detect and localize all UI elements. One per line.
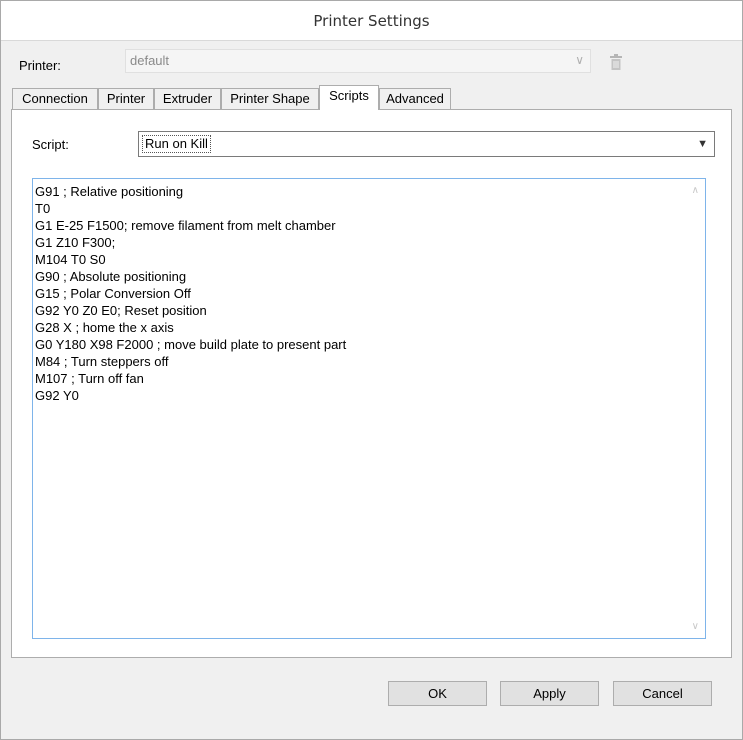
code-line: M84 ; Turn steppers off (35, 354, 169, 369)
code-line: G91 ; Relative positioning (35, 184, 184, 199)
script-label: Script: (32, 137, 69, 152)
printer-label: Printer: (19, 58, 61, 73)
script-select[interactable]: Run on Kill ▼ (138, 131, 715, 157)
printer-settings-window: Printer Settings Printer: default ∨ Conn… (0, 0, 743, 740)
script-code-editor[interactable]: G91 ; Relative positioning T0 G1 E-25 F150… (32, 178, 706, 639)
chevron-down-icon: ▼ (697, 138, 708, 150)
code-line: G28 X ; home the x axis (35, 320, 174, 335)
tab-extruder[interactable]: Extruder (154, 88, 221, 109)
tab-connection[interactable]: Connection (12, 88, 98, 109)
code-line: G92 Y0 Z0 E0; Reset position (35, 303, 207, 318)
window-title: Printer Settings (313, 12, 430, 30)
script-select-value: Run on Kill (142, 135, 211, 153)
code-line: M107 ; Turn off fan (35, 371, 144, 386)
title-bar[interactable]: Printer Settings (1, 1, 742, 41)
tab-printer-shape[interactable]: Printer Shape (221, 88, 319, 109)
cancel-button[interactable]: Cancel (613, 681, 712, 706)
trash-icon[interactable] (609, 54, 623, 70)
code-line: G92 Y0 (35, 388, 79, 403)
code-line: G15 ; Polar Conversion Off (35, 286, 191, 301)
chevron-down-icon: ∨ (575, 53, 584, 67)
scripts-panel: Script: Run on Kill ▼ G91 ; Relative pos… (11, 109, 732, 658)
tab-advanced[interactable]: Advanced (379, 88, 451, 109)
tab-scripts[interactable]: Scripts (319, 85, 379, 110)
printer-select-value: default (130, 53, 170, 68)
code-line: M104 T0 S0 (35, 252, 106, 267)
tab-printer[interactable]: Printer (98, 88, 154, 109)
code-line: G90 ; Absolute positioning (35, 269, 187, 284)
code-lines: G91 ; Relative positioning T0 G1 E-25 F150… (35, 183, 346, 404)
code-line: T0 (35, 201, 51, 216)
scroll-up-icon[interactable]: ∧ (692, 185, 699, 196)
code-line: G1 Z10 F300; (35, 235, 116, 250)
scroll-down-icon[interactable]: ∨ (692, 621, 699, 632)
ok-button[interactable]: OK (388, 681, 487, 706)
printer-select[interactable]: default ∨ (125, 49, 591, 73)
printer-row: Printer: default ∨ (1, 45, 742, 79)
code-line: G0 Y180 X98 F2000 ; move build plate to … (35, 337, 347, 352)
code-line: G1 E-25 F1500; remove filament from melt… (35, 218, 336, 233)
apply-button[interactable]: Apply (500, 681, 599, 706)
